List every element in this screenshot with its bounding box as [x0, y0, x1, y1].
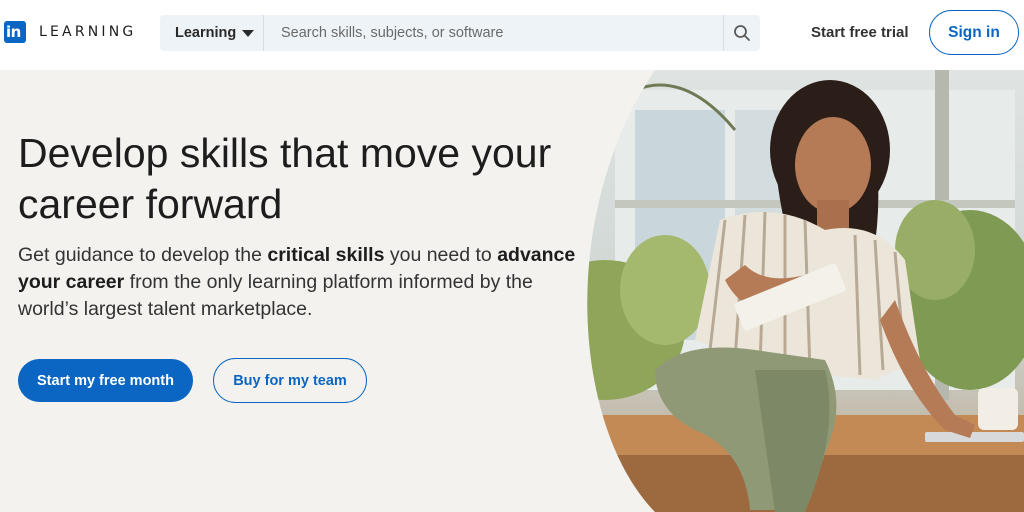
logo-product-name: LEARNING	[39, 24, 137, 40]
hero-title: Develop skills that move your career for…	[18, 130, 552, 227]
search-button[interactable]	[723, 15, 760, 51]
hero-subtitle: Get guidance to develop the critical ski…	[18, 242, 578, 323]
start-free-trial-link[interactable]: Start free trial	[811, 24, 909, 41]
caret-down-icon	[242, 30, 255, 37]
buy-for-team-button[interactable]: Buy for my team	[213, 358, 367, 403]
hero-subtitle-part-2: you need to	[384, 244, 498, 266]
linkedin-learning-logo[interactable]: in LEARNING	[4, 21, 136, 43]
site-header: in LEARNING Learning Start free trial Si…	[0, 0, 1024, 70]
sign-in-button[interactable]: Sign in	[929, 10, 1019, 55]
hero-section: Develop skills that move your career for…	[0, 70, 1024, 512]
search-input[interactable]	[264, 15, 723, 51]
search-category-label: Learning	[175, 25, 237, 41]
hero-subtitle-emphasis-1: critical skills	[267, 244, 385, 266]
search-category-dropdown[interactable]: Learning	[160, 15, 264, 51]
search-bar: Learning	[160, 15, 760, 51]
linkedin-logo-icon: in	[4, 21, 26, 43]
search-icon	[734, 25, 750, 41]
woman-with-notebook-photo	[587, 70, 1024, 512]
hero-subtitle-part-1: Get guidance to develop the	[18, 244, 268, 266]
start-free-month-button[interactable]: Start my free month	[18, 359, 193, 402]
